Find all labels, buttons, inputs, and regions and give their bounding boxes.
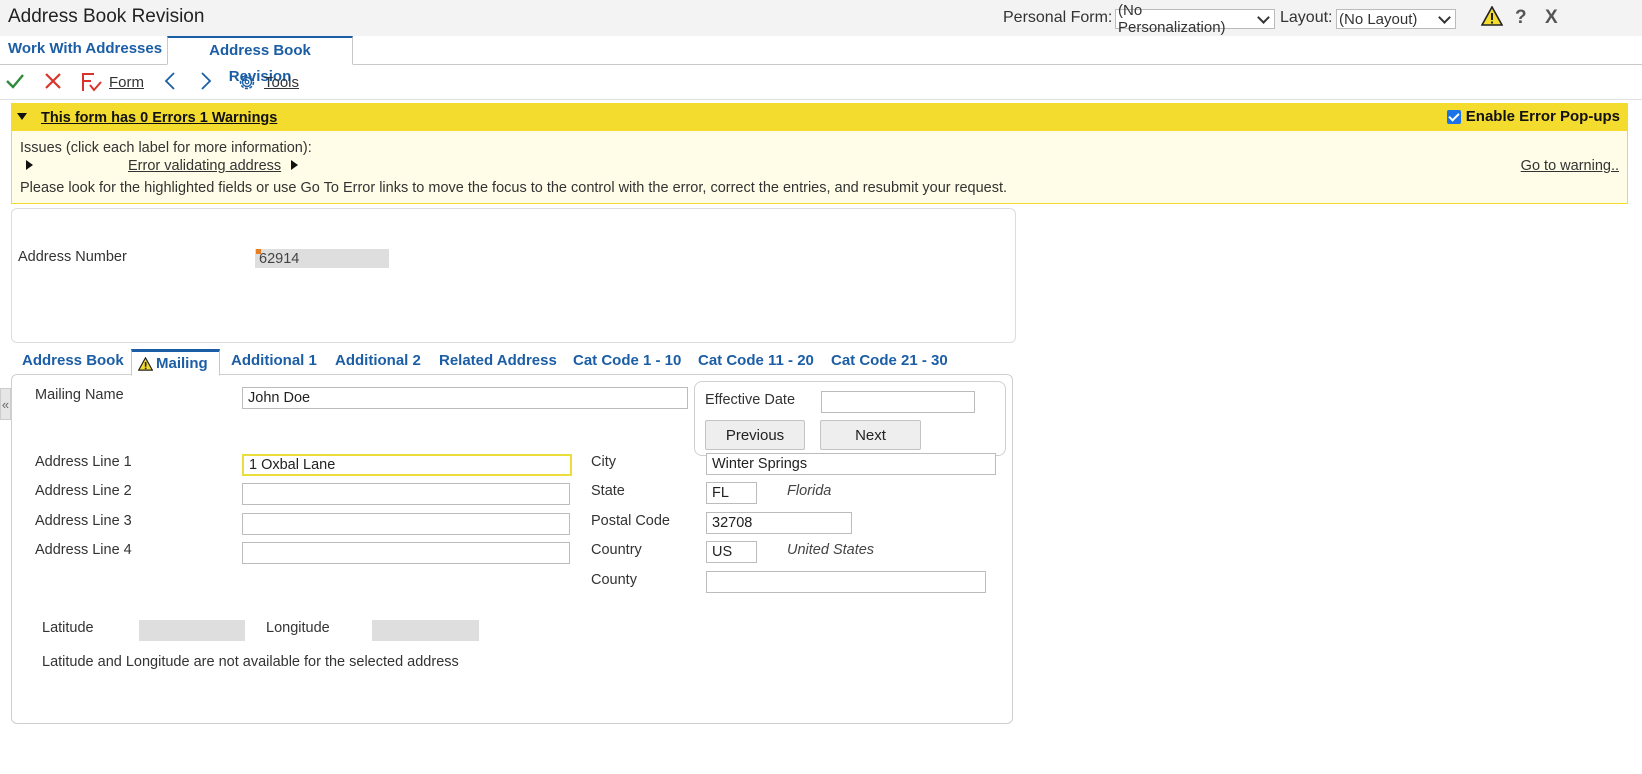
address-number-field[interactable]: 62914	[255, 249, 389, 268]
title-bar: Address Book Revision Personal Form: (No…	[0, 0, 1642, 36]
address-number-panel: Address Number 62914	[11, 208, 1016, 343]
mailing-name-input[interactable]: John Doe	[242, 387, 688, 409]
tab-additional-1[interactable]: Additional 1	[225, 349, 323, 374]
form-menu-label: Form	[109, 73, 144, 91]
county-input[interactable]	[706, 571, 986, 593]
collapse-caret-icon[interactable]	[17, 113, 27, 120]
collapse-sidebar-handle[interactable]: «	[0, 388, 11, 420]
state-input[interactable]: FL	[706, 482, 757, 504]
state-description: Florida	[787, 483, 832, 499]
county-label: County	[591, 572, 637, 588]
tab-related-address[interactable]: Related Address	[433, 349, 563, 374]
tools-menu-label: Tools	[264, 73, 300, 91]
address-line-3-label: Address Line 3	[35, 513, 132, 529]
address-line-1-label: Address Line 1	[35, 454, 132, 470]
issues-instructions: Please look for the highlighted fields o…	[20, 180, 1008, 196]
latitude-label: Latitude	[42, 620, 94, 636]
longitude-label: Longitude	[266, 620, 330, 636]
address-line-4-label: Address Line 4	[35, 542, 132, 558]
form-icon	[82, 73, 102, 92]
gear-icon	[239, 74, 255, 90]
close-icon[interactable]: X	[1545, 7, 1558, 29]
country-input[interactable]: US	[706, 541, 757, 563]
mailing-name-label: Mailing Name	[35, 387, 124, 403]
expand-issue-icon[interactable]	[26, 160, 33, 170]
effective-date-input[interactable]	[821, 391, 975, 413]
tab-mailing[interactable]: Mailing	[131, 349, 220, 376]
state-label: State	[591, 483, 625, 499]
previous-button[interactable]: Previous	[705, 420, 805, 450]
city-label: City	[591, 454, 616, 470]
issues-label: Issues (click each label for more inform…	[20, 140, 312, 156]
address-number-label: Address Number	[18, 249, 127, 265]
ok-check-icon[interactable]	[5, 71, 25, 91]
personal-form-value: (No Personalization)	[1118, 2, 1226, 36]
city-input[interactable]: Winter Springs	[706, 453, 996, 475]
previous-record-icon[interactable]	[162, 71, 178, 91]
layout-label: Layout:	[1280, 9, 1333, 26]
country-description: United States	[787, 542, 875, 558]
enable-error-popups-label: Enable Error Pop-ups	[1465, 108, 1620, 125]
latitude-field	[139, 620, 245, 641]
page-title: Address Book Revision	[8, 6, 205, 27]
address-line-2-label: Address Line 2	[35, 483, 132, 499]
personal-form-select[interactable]: (No Personalization)	[1115, 2, 1275, 36]
address-line-1-input[interactable]: 1 Oxbal Lane	[242, 454, 572, 476]
tab-work-with-addresses[interactable]: Work With Addresses	[0, 36, 170, 63]
effective-date-label: Effective Date	[705, 392, 796, 408]
chevron-down-icon	[1257, 10, 1270, 24]
required-marker-icon	[256, 249, 261, 254]
tab-mailing-label: Mailing	[156, 354, 208, 372]
tab-address-book-revision[interactable]: Address Book Revision	[167, 36, 353, 85]
layout-value: (No Layout)	[1339, 10, 1418, 28]
address-line-2-input[interactable]	[242, 483, 570, 505]
tab-additional-2[interactable]: Additional 2	[329, 349, 427, 374]
go-to-warning-link[interactable]: Go to warning..	[1521, 158, 1619, 174]
address-number-value: 62914	[259, 251, 300, 267]
longitude-field	[372, 620, 479, 641]
toolbar: Form Tools	[0, 65, 1642, 100]
warning-banner: This form has 0 Errors 1 Warnings Enable…	[11, 103, 1628, 131]
address-line-4-input[interactable]	[242, 542, 570, 564]
banner-title[interactable]: This form has 0 Errors 1 Warnings	[41, 110, 277, 126]
tab-cat-code-11-20[interactable]: Cat Code 11 - 20	[692, 349, 820, 374]
postal-code-input[interactable]: 32708	[706, 512, 852, 534]
address-line-3-input[interactable]	[242, 513, 570, 535]
geo-note: Latitude and Longitude are not available…	[42, 654, 459, 670]
next-record-icon[interactable]	[198, 71, 214, 91]
help-icon[interactable]: ?	[1515, 7, 1527, 29]
enable-error-popups[interactable]: Enable Error Pop-ups	[1446, 108, 1620, 125]
tab-cat-code-1-10[interactable]: Cat Code 1 - 10	[567, 349, 687, 374]
enable-error-popups-checkbox[interactable]	[1446, 109, 1461, 124]
cancel-x-icon[interactable]	[43, 71, 63, 91]
tab-address-book[interactable]: Address Book	[16, 349, 130, 374]
chevron-down-icon	[1438, 10, 1451, 24]
layout-select[interactable]: (No Layout)	[1336, 9, 1456, 29]
form-menu-button[interactable]: Form	[80, 69, 144, 95]
warning-icon	[138, 356, 153, 371]
form-tabs: Work With Addresses Address Book Revisio…	[0, 36, 1642, 85]
expand-issue-detail-icon[interactable]	[291, 160, 298, 170]
issues-panel: Issues (click each label for more inform…	[11, 131, 1628, 204]
issue-link[interactable]: Error validating address	[128, 158, 281, 174]
personal-form-label: Personal Form:	[1003, 9, 1113, 26]
tools-menu-button[interactable]: Tools	[236, 69, 299, 95]
country-label: Country	[591, 542, 642, 558]
next-button[interactable]: Next	[820, 420, 921, 450]
tab-cat-code-21-30[interactable]: Cat Code 21 - 30	[825, 349, 954, 374]
warning-icon[interactable]	[1481, 6, 1503, 26]
postal-code-label: Postal Code	[591, 513, 670, 529]
